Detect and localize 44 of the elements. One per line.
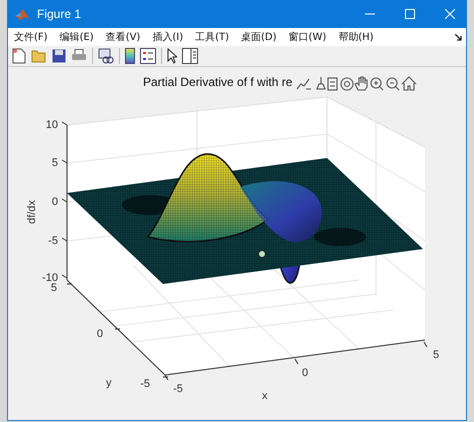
menu-item[interactable]: 窗口(W) xyxy=(288,30,326,44)
close-icon xyxy=(445,9,455,19)
zoom-in-icon[interactable] xyxy=(370,77,384,91)
printer-icon[interactable] xyxy=(71,49,87,63)
tick-label: 5 xyxy=(432,349,440,361)
pointer-icon[interactable] xyxy=(167,48,177,64)
menu-item[interactable]: 查看(V) xyxy=(106,30,140,44)
menu-item[interactable]: 文件(F) xyxy=(14,30,48,44)
pan-hand-icon[interactable] xyxy=(354,76,368,91)
rotate-icon[interactable] xyxy=(340,77,354,91)
legend-toggle-icon[interactable] xyxy=(327,77,338,91)
tick-label: -5 xyxy=(173,383,183,395)
window-title: Figure 1 xyxy=(37,7,82,21)
tick-label: -5 xyxy=(140,378,150,390)
maximize-icon xyxy=(405,9,415,19)
axis-label: x xyxy=(262,390,268,402)
save-icon[interactable] xyxy=(52,49,66,63)
panel-icon[interactable] xyxy=(182,48,198,64)
menu-item[interactable]: 编辑(E) xyxy=(60,30,94,44)
menu-item[interactable]: 帮助(H) xyxy=(338,30,374,44)
axis-label: df/dx xyxy=(26,200,38,224)
link-plot-icon[interactable] xyxy=(98,48,114,64)
colorbar-icon[interactable] xyxy=(125,48,135,64)
plot-title: Partial Derivative of f with re xyxy=(143,75,292,89)
tick-label: 10 xyxy=(46,119,58,131)
menu-item[interactable]: 插入(I) xyxy=(152,30,184,44)
menu-item[interactable]: 工具(T) xyxy=(195,30,230,44)
home-icon[interactable] xyxy=(401,76,417,91)
data-marker[interactable] xyxy=(258,250,266,258)
menu-item[interactable]: 桌面(D) xyxy=(241,30,277,44)
legend-icon[interactable] xyxy=(140,48,156,64)
brush-icon[interactable] xyxy=(316,76,326,90)
tick-label: 5 xyxy=(50,282,57,294)
new-file-icon[interactable] xyxy=(12,48,26,64)
tick-label: 0 xyxy=(302,367,308,379)
tick-label: 5 xyxy=(52,157,58,169)
tick-label: -5 xyxy=(48,235,58,247)
tick-label: 0 xyxy=(96,328,103,340)
dock-arrow-icon[interactable] xyxy=(455,34,462,40)
tick-label: 0 xyxy=(52,196,58,208)
axis-label: y xyxy=(106,377,112,389)
zoom-out-icon[interactable] xyxy=(386,77,400,91)
tick-label: -10 xyxy=(42,272,58,284)
folder-icon[interactable] xyxy=(31,49,47,63)
